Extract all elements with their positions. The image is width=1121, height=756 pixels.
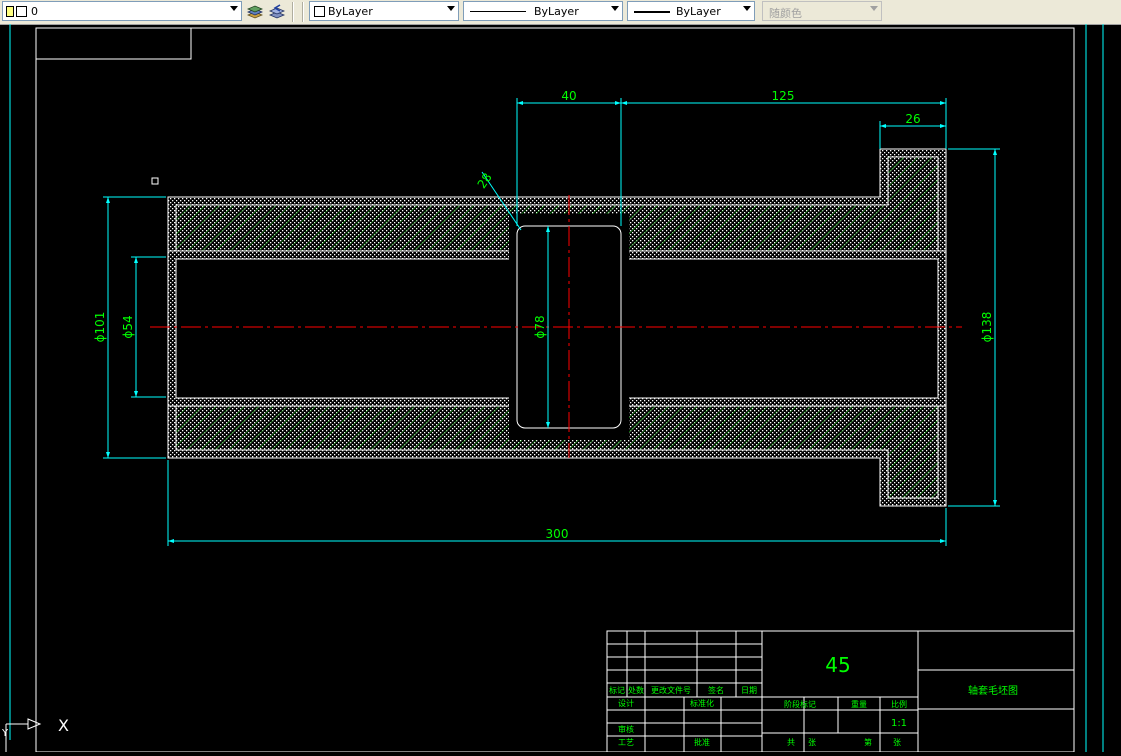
col-count: 处数 (628, 685, 644, 695)
dim-dia54: ϕ54 (121, 315, 135, 338)
dim-dia78: ϕ78 (533, 315, 547, 338)
row-designer: 设计 (618, 698, 634, 708)
dim-40: 40 (561, 89, 576, 103)
layer-value: 0 (31, 5, 38, 18)
row-standard: 标准化 (690, 698, 714, 708)
dim-r28: 28 (475, 171, 495, 191)
toolbar-separator (302, 2, 304, 22)
ucs-icon: X Y (1, 716, 69, 752)
ratio-value: 1:1 (891, 718, 907, 729)
layer-previous-icon[interactable] (268, 3, 286, 20)
toolbar-separator (292, 2, 294, 22)
linetype-value: ByLayer (534, 5, 579, 18)
lineweight-value: ByLayer (676, 5, 721, 18)
col-date: 日期 (741, 686, 757, 695)
chevron-down-icon (447, 6, 455, 11)
ucs-y-label: Y (1, 728, 9, 739)
dim-dia101: ϕ101 (93, 312, 107, 343)
row-craft: 工艺 (618, 738, 634, 747)
dim-125: 125 (772, 89, 795, 103)
chevron-down-icon (611, 6, 619, 11)
layer-color-swatch (16, 6, 27, 17)
make-layer-current-icon[interactable] (246, 3, 264, 20)
dim-dia138: ϕ138 (980, 312, 994, 343)
col-page: 第 (864, 737, 872, 747)
properties-toolbar: 0 ByLayer ByLayer ByLayer 随颜色 (0, 0, 1121, 25)
chevron-down-icon (870, 6, 878, 11)
chevron-down-icon (743, 6, 751, 11)
col-stage: 阶段标记 (784, 699, 816, 709)
code-box (36, 28, 192, 60)
plotstyle-value: 随颜色 (769, 7, 802, 20)
col-scale: 比例 (891, 699, 907, 709)
col-change-doc: 更改文件号 (651, 685, 691, 695)
linetype-sample (470, 11, 526, 12)
dim-300: 300 (546, 527, 569, 541)
drawing-area[interactable]: 40 125 26 300 28 ϕ101 ϕ54 ϕ78 ϕ138 45 轴套… (0, 24, 1121, 753)
row-approve: 批准 (694, 737, 710, 747)
layer-dropdown[interactable]: 0 (2, 1, 242, 21)
linetype-dropdown[interactable]: ByLayer (463, 1, 623, 21)
col-sign: 签名 (708, 685, 724, 695)
col-sheets: 张 (808, 738, 816, 747)
col-mark: 标记 (609, 685, 625, 695)
lineweight-sample (634, 11, 670, 13)
material-label: 45 (825, 653, 850, 677)
cad-app: 0 ByLayer ByLayer ByLayer 随颜色 40 125 26 … (0, 0, 1121, 753)
col-of: 张 (893, 738, 901, 747)
col-weight: 重量 (851, 699, 867, 709)
grip-marker[interactable] (151, 177, 159, 185)
color-value: ByLayer (328, 5, 373, 18)
lineweight-dropdown[interactable]: ByLayer (627, 1, 755, 21)
col-total: 共 (787, 738, 795, 747)
ucs-x-label: X (58, 716, 69, 735)
row-review: 审核 (618, 724, 634, 734)
dim-26: 26 (905, 112, 920, 126)
plotstyle-dropdown[interactable]: 随颜色 (762, 1, 882, 21)
layer-state-icon (6, 6, 14, 17)
color-dropdown[interactable]: ByLayer (309, 1, 459, 21)
color-swatch (314, 6, 325, 17)
chevron-down-icon (230, 6, 238, 11)
drawing-name: 轴套毛坯图 (968, 684, 1018, 697)
